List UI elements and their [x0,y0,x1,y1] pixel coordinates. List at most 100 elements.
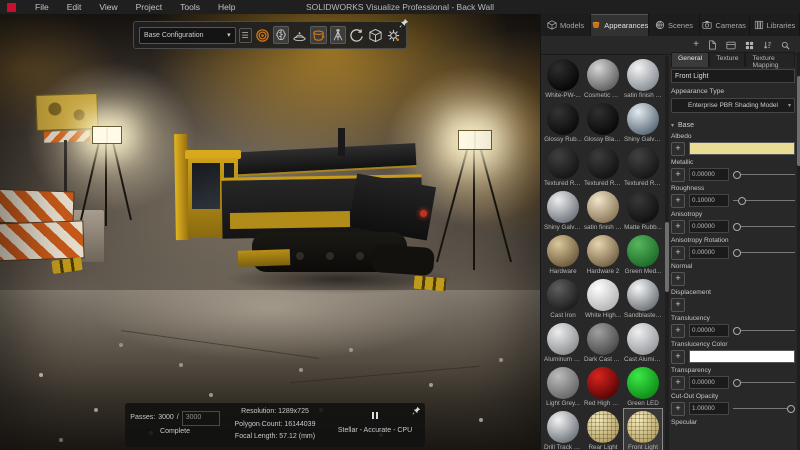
pin-icon[interactable] [399,18,409,28]
menu-help[interactable]: Help [209,2,244,12]
param-slider[interactable] [733,195,795,206]
appearance-item[interactable]: Green Med... [623,232,663,276]
sort-icon[interactable] [763,41,772,50]
configuration-dropdown[interactable]: Base Configuration ▾ [139,27,236,44]
render-settings-icon[interactable] [386,26,401,44]
menu-project[interactable]: Project [127,2,171,12]
appearance-item[interactable]: Drill Track C... [543,408,583,450]
focal-length-text: Focal Length: 57.12 (mm) [225,431,325,444]
search-icon[interactable] [781,41,790,50]
value-input[interactable]: 0.00000 [689,376,729,389]
appearance-item[interactable]: Dark Cast Al... [583,320,623,364]
add-texture-button[interactable]: + [671,272,685,286]
appearance-item[interactable]: Hardware 2 [583,232,623,276]
value-input[interactable]: 0.10000 [689,194,729,207]
appearance-item[interactable]: White-PW-... [543,56,583,100]
appearance-item[interactable]: Light Grey... [543,364,583,408]
add-texture-button[interactable]: + [671,350,685,364]
tab-cameras[interactable]: Cameras [700,14,750,36]
color-swatch[interactable] [689,350,795,363]
appearance-item[interactable]: Shiny Galva... [543,188,583,232]
add-icon[interactable]: + [693,40,699,50]
add-texture-button[interactable]: + [671,298,685,312]
paint-bucket-icon[interactable] [310,26,327,44]
tab-appearances[interactable]: Appearances [591,14,649,36]
appearance-item[interactable]: Textured Ru... [543,144,583,188]
appearance-item[interactable]: Rear Light [583,408,623,450]
appearance-name-input[interactable]: Front Light [671,69,795,83]
add-texture-button[interactable]: + [671,246,685,260]
model-cube-icon[interactable] [367,26,382,44]
param-slider[interactable] [733,247,795,258]
appearance-item[interactable]: satin finish s... [623,56,663,100]
value-input[interactable]: 1.00000 [689,402,729,415]
menu-edit[interactable]: Edit [58,2,91,12]
param-slider[interactable] [733,403,795,414]
add-texture-button[interactable]: + [671,220,685,234]
appearance-item[interactable]: Textured Ru... [623,144,663,188]
import-icon[interactable] [708,40,717,50]
tab-libraries[interactable]: Libraries [750,14,800,36]
tripod-icon[interactable] [330,26,346,44]
render-target-icon[interactable] [255,26,270,44]
base-section-header[interactable]: ▾ Base [671,122,795,129]
param-slider[interactable] [733,169,795,180]
add-texture-button[interactable]: + [671,194,685,208]
appearance-stack-icon[interactable] [292,26,307,44]
appearance-item[interactable]: Matte Rubb... [623,188,663,232]
tab-texture-mapping[interactable]: Texture Mapping [745,52,795,67]
add-texture-button[interactable]: + [671,402,685,416]
param-slider[interactable] [733,377,795,388]
value-input[interactable]: 0.00000 [689,168,729,181]
tab-texture[interactable]: Texture [709,52,745,67]
appearance-item[interactable]: satin finish s... [583,188,623,232]
tab-scenes[interactable]: Scenes [649,14,699,36]
menu-file[interactable]: File [26,2,58,12]
tab-general[interactable]: General [671,52,709,67]
appearance-item[interactable]: Hardware [543,232,583,276]
appearance-item[interactable]: Shiny Galva... [623,100,663,144]
color-swatch[interactable] [689,142,795,155]
add-texture-button[interactable]: + [671,324,685,338]
add-texture-button[interactable]: + [671,142,685,156]
appearance-item[interactable]: Cast Alumin... [623,320,663,364]
solidworks-logo-icon[interactable] [7,3,16,12]
denoiser-brain-icon[interactable] [273,26,289,44]
appearance-item[interactable]: Cosmetic Th... [583,56,623,100]
param-label: Cut-Out Opacity [671,393,795,400]
appearance-item[interactable]: Red High Gl... [583,364,623,408]
chevron-down-icon: ▾ [671,122,674,129]
passes-total-input[interactable]: 3000 [182,411,220,426]
appearance-item[interactable]: Sandblasted... [623,276,663,320]
add-texture-button[interactable]: + [671,376,685,390]
value-input[interactable]: 0.00000 [689,246,729,259]
appearance-item[interactable]: Glossy Black... [583,100,623,144]
configuration-menu-icon[interactable]: ☰ [239,28,252,43]
pause-icon[interactable] [372,412,378,419]
appearance-scrollbar[interactable] [665,56,669,450]
tab-models[interactable]: Models [541,14,591,36]
turntable-icon[interactable] [349,26,364,44]
menu-tools[interactable]: Tools [171,2,209,12]
appearance-item[interactable]: Glossy Rub... [543,100,583,144]
appearance-item[interactable]: Aluminum P... [543,320,583,364]
param-slider[interactable] [733,325,795,336]
pin-icon[interactable] [412,406,421,415]
value-input[interactable]: 0.00000 [689,324,729,337]
menu-view[interactable]: View [90,2,126,12]
appearance-item[interactable]: Textured Ru... [583,144,623,188]
param-label: Displacement [671,289,795,296]
camera-icon [702,20,712,30]
add-texture-button[interactable]: + [671,168,685,182]
appearance-item[interactable]: White High... [583,276,623,320]
value-input[interactable]: 0.00000 [689,220,729,233]
appearance-item[interactable]: Cast Iron [543,276,583,320]
list-view-icon[interactable] [726,41,736,50]
viewport-3d[interactable] [0,14,540,450]
param-slider[interactable] [733,221,795,232]
appearance-type-dropdown[interactable]: Enterprise PBR Shading Model ▾ [671,98,795,113]
grid-view-icon[interactable] [745,41,754,50]
appearance-item[interactable]: Front Light [623,408,663,450]
appearance-item[interactable]: Green LED [623,364,663,408]
menu-bar: File Edit View Project Tools Help SOLIDW… [0,0,800,14]
